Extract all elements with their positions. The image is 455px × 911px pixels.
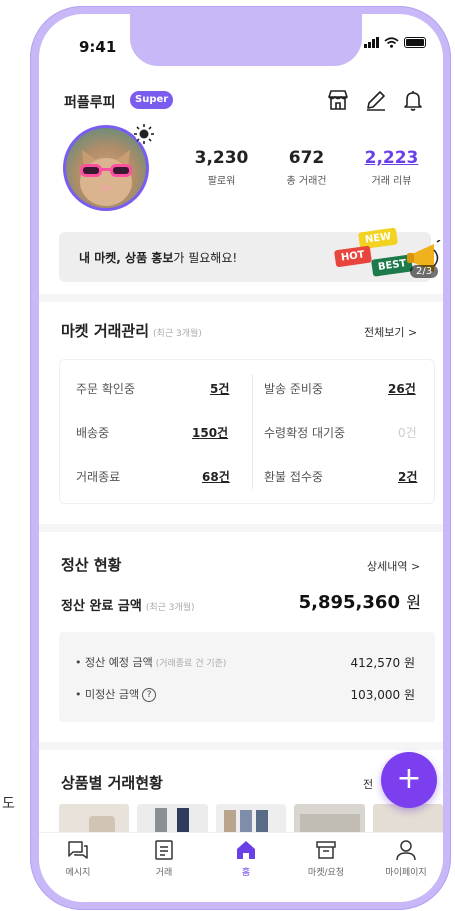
bell-icon[interactable] (401, 88, 425, 112)
trade-label: 배송중 (76, 426, 110, 440)
market-section-title: 마켓 거래관리 (최근 3개월) (61, 322, 202, 340)
notch (130, 14, 362, 66)
tab-label: 마켓/요청 (307, 868, 345, 878)
avatar-container[interactable] (63, 124, 154, 211)
trade-count-link[interactable]: 0건 (398, 424, 417, 441)
settlement-complete-amount: 5,895,360 원 (298, 592, 421, 613)
stat-label: 총 거래건 (286, 176, 327, 187)
tab-label: 마이페이지 (385, 868, 427, 878)
stray-character: 도 (2, 796, 15, 812)
tab-trade[interactable]: 거래 (129, 839, 199, 878)
wifi-icon (384, 37, 399, 48)
product-more-link[interactable]: 전 (363, 776, 373, 792)
phone-screen: 9:41 퍼플루피 Super 3,230 팔로워 672 총 거래건 2,22… (39, 14, 443, 902)
trade-row: 주문 확인중 5건 발송 준비중 26건 (60, 374, 436, 404)
settlement-detail-link[interactable]: 상세내역 > (367, 558, 420, 574)
unsettled-row: • 미정산 금액? 103,000 원 (75, 688, 415, 702)
tab-market-request[interactable]: 마켓/요청 (291, 839, 361, 878)
box-icon (316, 841, 336, 859)
store-icon[interactable] (326, 88, 350, 112)
banner-page-indicator: 2/3 (410, 265, 439, 278)
trade-row: 거래종료 68건 환불 접수중 2건 (60, 462, 436, 492)
signal-icon (364, 37, 379, 48)
stat-trades[interactable]: 672 총 거래건 (264, 148, 349, 187)
super-badge: Super (130, 91, 174, 109)
trade-count-link[interactable]: 68건 (202, 468, 230, 485)
trade-label: 거래종료 (76, 470, 121, 484)
trade-count-link[interactable]: 5건 (210, 380, 229, 397)
section-divider (39, 742, 443, 750)
trade-label: 발송 준비중 (264, 382, 324, 396)
home-icon (237, 841, 255, 859)
trade-count-link[interactable]: 26건 (388, 380, 416, 397)
tab-message[interactable]: 메시지 (43, 839, 113, 878)
trade-row: 배송중 150건 수령확정 대기중 0건 (60, 418, 436, 448)
sun-icon (134, 124, 154, 144)
tab-label: 거래 (155, 868, 173, 878)
settlement-section-title: 정산 현황 (61, 556, 122, 574)
add-fab-button[interactable]: + (381, 752, 437, 808)
profile-stats: 3,230 팔로워 672 총 거래건 2,223 거래 리뷰 (179, 148, 434, 187)
section-divider (39, 294, 443, 302)
stat-label: 거래 리뷰 (371, 176, 412, 187)
tab-home[interactable]: 홈 (211, 839, 281, 878)
trade-label: 수령확정 대기중 (264, 426, 346, 440)
edit-icon[interactable] (364, 88, 388, 112)
trade-count-link[interactable]: 2건 (398, 468, 417, 485)
promo-banner[interactable]: 내 마켓, 상품 홍보가 필요해요! NEW HOT BEST 2/3 (59, 227, 441, 282)
chat-icon (68, 841, 88, 859)
battery-icon (404, 37, 426, 48)
expected-settlement-amount: 412,570 원 (350, 656, 415, 670)
bottom-tab-bar: 메시지 거래 홈 마켓/요청 마이페이지 (39, 832, 443, 902)
tag-hot: HOT (333, 245, 372, 268)
settlement-detail-box: • 정산 예정 금액 (거래종료 건 기준) 412,570 원 • 미정산 금액… (59, 632, 435, 722)
username: 퍼플루피 (64, 95, 116, 111)
stat-value: 2,223 (364, 148, 419, 168)
tab-label: 메시지 (65, 868, 91, 878)
help-icon[interactable]: ? (142, 688, 157, 702)
stat-label: 팔로워 (207, 176, 236, 187)
market-view-all-link[interactable]: 전체보기 > (364, 324, 417, 340)
tab-label: 홈 (241, 868, 251, 878)
stat-value: 672 (288, 148, 325, 168)
stat-followers[interactable]: 3,230 팔로워 (179, 148, 264, 187)
status-time: 9:41 (79, 38, 117, 56)
unsettled-amount: 103,000 원 (350, 688, 415, 702)
trade-status-box: 주문 확인중 5건 발송 준비중 26건 배송중 150건 수령확정 대기중 0… (59, 359, 435, 504)
tab-my-page[interactable]: 마이페이지 (371, 839, 441, 878)
trade-label: 주문 확인중 (76, 382, 136, 396)
trade-count-link[interactable]: 150건 (192, 424, 228, 441)
receipt-icon (155, 840, 173, 860)
person-icon (396, 840, 416, 861)
trade-label: 환불 접수중 (264, 470, 324, 484)
stat-value: 3,230 (194, 148, 249, 168)
profile-header: 퍼플루피 Super (64, 88, 424, 118)
settlement-complete-label: 정산 완료 금액 (최근 3개월) (61, 599, 195, 614)
product-section-title: 상품별 거래현황 (61, 774, 163, 792)
stat-reviews[interactable]: 2,223 거래 리뷰 (349, 148, 434, 187)
expected-settlement-row: • 정산 예정 금액 (거래종료 건 기준) 412,570 원 (75, 656, 415, 670)
section-divider (39, 524, 443, 532)
status-icons (364, 37, 426, 48)
promo-text: 내 마켓, 상품 홍보가 필요해요! (79, 251, 238, 265)
